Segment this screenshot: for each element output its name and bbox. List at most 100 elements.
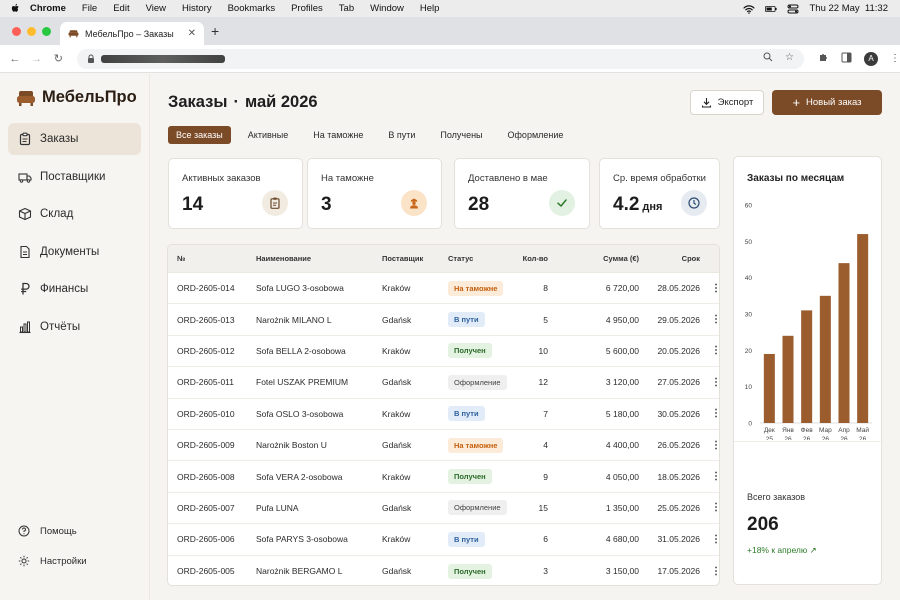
total-orders-value: 206 (747, 514, 779, 535)
new-tab-icon[interactable]: + (211, 23, 219, 39)
sidebar-item-help[interactable]: Помощь (18, 524, 87, 538)
filter-processing[interactable]: Оформление (500, 126, 572, 144)
browser-tab-active[interactable]: МебельПро – Заказы ✕ (60, 22, 204, 45)
order-id[interactable]: ORD-2605-008 (168, 472, 247, 482)
zoom-icon[interactable] (763, 52, 773, 65)
status-badge: В пути (448, 406, 485, 422)
order-id[interactable]: ORD-2605-009 (168, 440, 247, 450)
table-row[interactable]: ORD-2605-005 Narożnik BERGAMO L Gdańsk Полу… (168, 556, 719, 585)
profile-avatar[interactable]: A (864, 51, 879, 66)
col-header-supplier[interactable]: Поставщик (373, 254, 443, 263)
bookmark-star-icon[interactable]: ☆ (785, 52, 794, 65)
col-header-name[interactable]: Наименование (247, 254, 373, 263)
chart-bar[interactable] (782, 335, 794, 423)
order-id[interactable]: ORD-2605-014 (168, 283, 247, 293)
maximize-window-button[interactable] (42, 27, 51, 36)
apple-icon[interactable] (10, 3, 22, 15)
side-panel-icon[interactable] (841, 52, 852, 66)
menu-edit[interactable]: Edit (113, 3, 129, 14)
address-bar[interactable]: ☆ (77, 48, 805, 69)
menubar-datetime[interactable]: Thu 22 May 11:32 (809, 3, 888, 14)
brand-logo[interactable]: МебельПро (16, 88, 137, 107)
chart-bar[interactable] (857, 234, 869, 423)
order-id[interactable]: ORD-2605-012 (168, 346, 247, 356)
close-window-button[interactable] (12, 27, 21, 36)
browser-menu-icon[interactable]: ⋮ (890, 53, 900, 64)
wifi-icon[interactable] (743, 4, 756, 14)
menu-profiles[interactable]: Profiles (291, 3, 323, 14)
filter-customs[interactable]: На таможне (305, 126, 371, 144)
col-header-sum[interactable]: Сумма (€) (548, 254, 639, 263)
menu-bookmarks[interactable]: Bookmarks (228, 3, 276, 14)
menu-view[interactable]: View (146, 3, 166, 14)
sidebar-item-reports[interactable]: Отчёты (8, 311, 141, 343)
menu-history[interactable]: History (182, 3, 212, 14)
chart-bar[interactable] (838, 263, 850, 423)
sidebar-item-documents[interactable]: Документы (8, 236, 141, 268)
kpi-label: Ср. время обработки (613, 173, 706, 184)
col-header-qty[interactable]: Кол-во (518, 254, 548, 263)
row-menu-icon[interactable]: ⋮ (700, 566, 719, 577)
col-header-due[interactable]: Срок (639, 254, 700, 263)
filter-transit[interactable]: В пути (380, 126, 423, 144)
ruble-icon (21, 282, 30, 295)
filter-received[interactable]: Получены (432, 126, 490, 144)
table-row[interactable]: ORD-2605-008 Sofa VERA 2-osobowa Kraków Пол… (168, 461, 719, 493)
filter-all[interactable]: Все заказы (168, 126, 231, 144)
col-header-status[interactable]: Статус (443, 254, 518, 263)
menu-tab[interactable]: Tab (339, 3, 354, 14)
table-row[interactable]: ORD-2605-007 Pufa LUNA Gdańsk Оформление 15 1… (168, 493, 719, 525)
menu-window[interactable]: Window (370, 3, 404, 14)
sidebar-item-orders[interactable]: Заказы (8, 123, 141, 155)
battery-icon[interactable] (765, 4, 778, 14)
row-menu-icon[interactable]: ⋮ (700, 283, 719, 294)
row-menu-icon[interactable]: ⋮ (700, 377, 719, 388)
minimize-window-button[interactable] (27, 27, 36, 36)
table-row[interactable]: ORD-2605-009 Narożnik Boston U Gdańsk На та… (168, 430, 719, 462)
row-menu-icon[interactable]: ⋮ (700, 534, 719, 545)
order-id[interactable]: ORD-2605-010 (168, 409, 247, 419)
kpi-label: Активных заказов (182, 173, 261, 184)
menu-app-name[interactable]: Chrome (30, 3, 66, 14)
sidebar-item-finance[interactable]: Финансы (8, 273, 141, 305)
order-id[interactable]: ORD-2605-013 (168, 315, 247, 325)
order-id[interactable]: ORD-2605-006 (168, 534, 247, 544)
row-menu-icon[interactable]: ⋮ (700, 408, 719, 419)
row-menu-icon[interactable]: ⋮ (700, 471, 719, 482)
table-row[interactable]: ORD-2605-011 Fotel USZAK PREMIUM Gdańsk Офо… (168, 367, 719, 399)
order-id[interactable]: ORD-2605-005 (168, 566, 247, 576)
x-tick-label: Янв (782, 427, 794, 434)
menu-file[interactable]: File (82, 3, 97, 14)
customs-officer-icon (401, 190, 427, 216)
forward-icon[interactable]: → (30, 53, 44, 65)
filter-active[interactable]: Активные (240, 126, 296, 144)
chart-bar[interactable] (763, 353, 775, 423)
row-menu-icon[interactable]: ⋮ (700, 314, 719, 325)
menu-help[interactable]: Help (420, 3, 440, 14)
col-header-id[interactable]: № (168, 254, 247, 263)
extensions-icon[interactable] (818, 52, 829, 66)
row-menu-icon[interactable]: ⋮ (700, 345, 719, 356)
table-row[interactable]: ORD-2605-012 Sofa BELLA 2-osobowa Kraków По… (168, 336, 719, 368)
table-row[interactable]: ORD-2605-010 Sofa OSLO 3-osobowa Kraków В п… (168, 399, 719, 430)
sidebar-item-suppliers[interactable]: Поставщики (8, 161, 141, 193)
table-row[interactable]: ORD-2605-013 Narożnik MILANO L Gdańsk В пут… (168, 304, 719, 336)
new-order-button[interactable]: + Новый заказ (772, 90, 882, 115)
x-tick-label: Апр (838, 427, 850, 434)
table-row[interactable]: ORD-2605-006 Sofa PARYS 3-osobowa Kraków В … (168, 524, 719, 556)
close-tab-icon[interactable]: ✕ (188, 28, 196, 39)
export-button[interactable]: Экспорт (690, 90, 764, 115)
chart-bar[interactable] (819, 295, 831, 423)
chart-bar[interactable] (801, 310, 813, 423)
reload-icon[interactable]: ↻ (52, 52, 66, 65)
orders-table: № Наименование Поставщик Статус Кол-во С… (167, 244, 720, 586)
row-menu-icon[interactable]: ⋮ (700, 502, 719, 513)
order-id[interactable]: ORD-2605-007 (168, 503, 247, 513)
sidebar-item-settings[interactable]: Настройки (18, 554, 87, 568)
control-center-icon[interactable] (787, 4, 799, 14)
table-row[interactable]: ORD-2605-014 Sofa LUGO 3-osobowa Kraków На … (168, 273, 719, 305)
row-menu-icon[interactable]: ⋮ (700, 440, 719, 451)
order-id[interactable]: ORD-2605-011 (168, 377, 247, 387)
sidebar-item-warehouse[interactable]: Склад (8, 198, 141, 230)
back-icon[interactable]: ← (8, 53, 22, 65)
